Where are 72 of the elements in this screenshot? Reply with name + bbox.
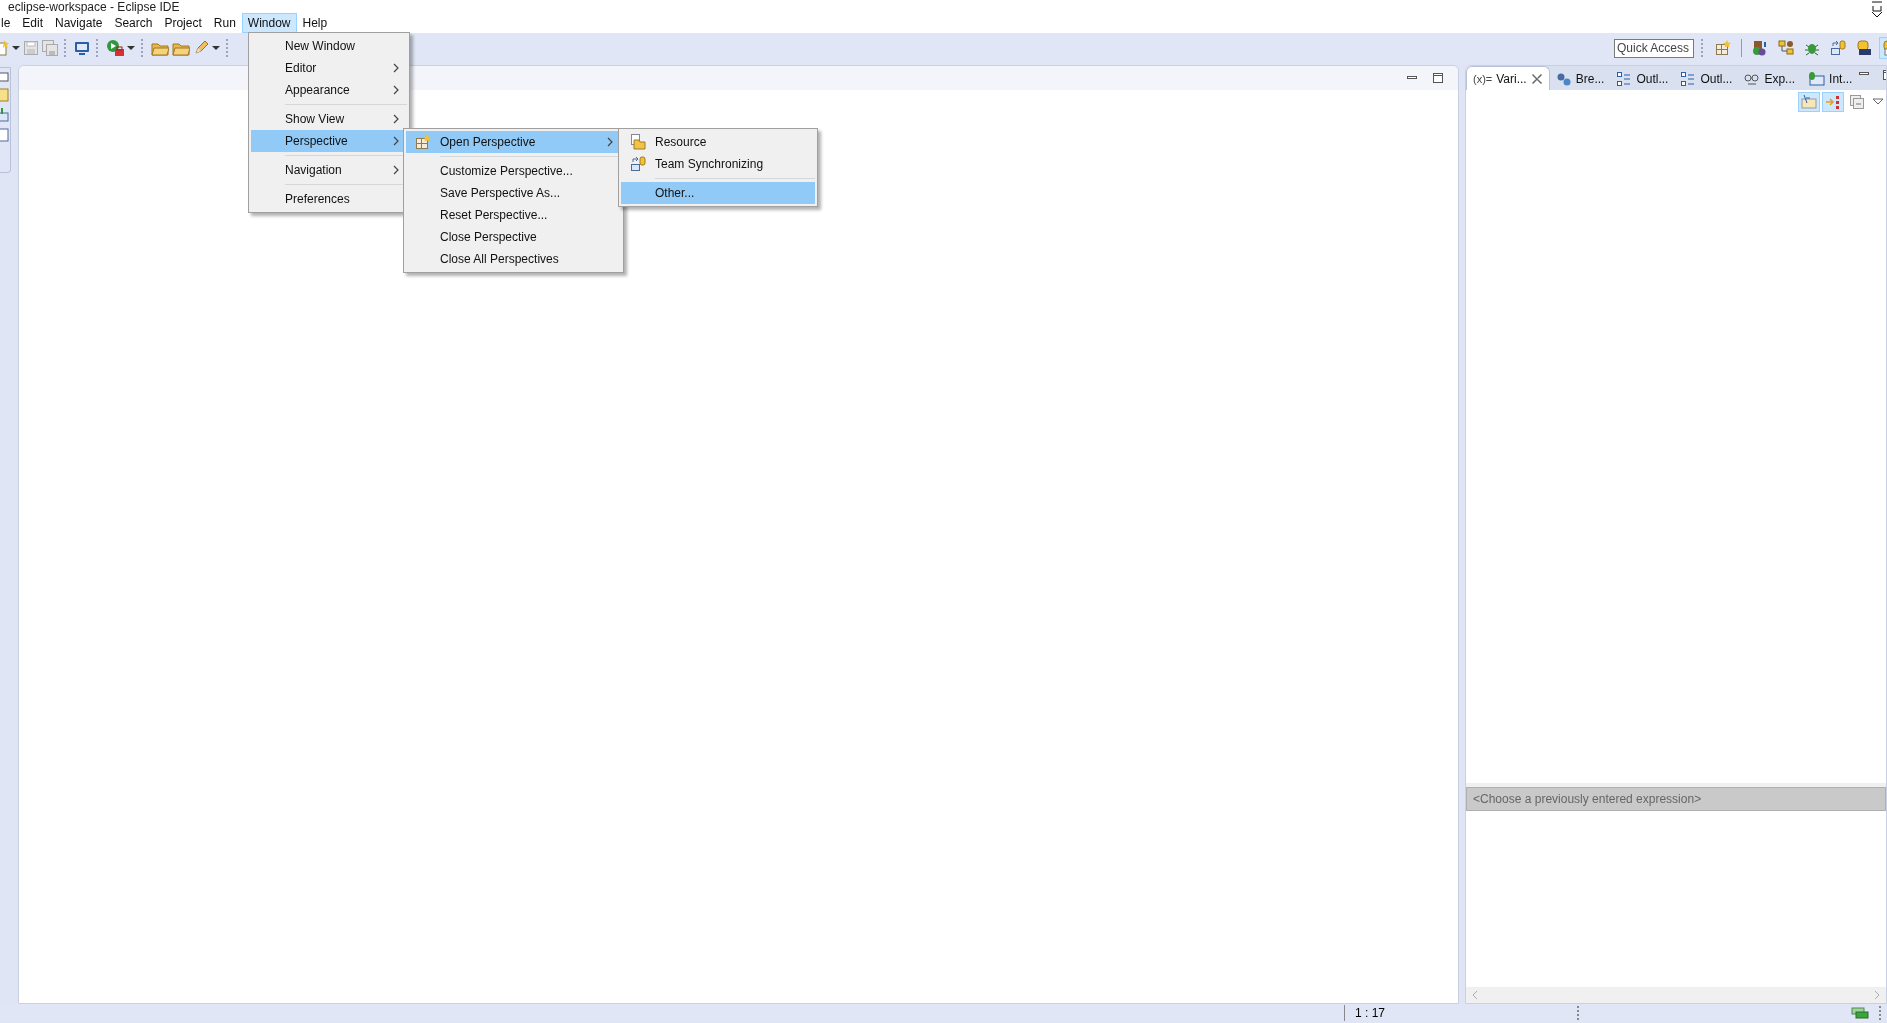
menu-item[interactable]: Close Perspective [406,226,621,248]
tab-label: Outl... [1636,71,1669,86]
menu-bar-item[interactable]: Window [241,13,297,33]
menu-item[interactable]: Appearance [251,79,407,101]
database-icon [1856,40,1872,56]
view-tab[interactable]: Outl... [1674,67,1739,90]
outline-icon [1616,70,1633,87]
import-icon[interactable] [0,108,9,122]
arrow-tree-icon [1825,94,1841,110]
menu-bar-item[interactable]: Navigate [49,13,109,33]
open-folder-icon[interactable] [151,40,169,56]
menu-item[interactable]: Reset Perspective... [406,204,621,226]
collapse-variables-icon [1801,94,1817,110]
perspective-icon [1715,40,1731,56]
close-icon[interactable] [1871,12,1883,18]
menu-item[interactable]: Navigation [251,159,407,181]
view-tab[interactable]: Outl... [1610,67,1675,90]
tab-label: Exp... [1764,71,1796,86]
menu-item[interactable]: Other... [621,182,815,204]
menu-item[interactable]: Team Synchronizing [621,153,815,175]
debug-perspective-icon [1752,40,1768,56]
monitor-bug-icon [1807,70,1826,87]
view-tab[interactable]: Int... [1801,67,1859,90]
perspective-icon [415,134,431,150]
view-tab[interactable]: (x)= Vari... [1466,66,1550,90]
menu-item[interactable]: Close All Perspectives [406,248,621,270]
tab-label: Int... [1829,71,1853,86]
expression-field[interactable]: <Choose a previously entered expression> [1466,787,1886,811]
sync-icon [630,156,646,172]
run-icon[interactable] [106,39,124,57]
restore-icon[interactable] [1871,6,1883,12]
menu-bar-item[interactable]: Edit [16,13,50,33]
horizontal-scrollbar[interactable] [1466,987,1886,1003]
menu-bar-item[interactable]: Search [108,13,159,33]
variables-icon: (x)= [1473,72,1493,85]
menu-bar-item[interactable]: le [0,13,17,33]
window-title: eclipse-workspace - Eclipse IDE [8,1,180,13]
view-icon[interactable] [0,72,9,82]
tab-label: Outl... [1700,71,1733,86]
maximize-icon[interactable] [1432,72,1444,84]
view-tab[interactable]: Exp... [1738,67,1802,90]
folder-icon [630,134,646,150]
scroll-left-icon[interactable] [1472,990,1478,1000]
hierarchy-icon [1778,40,1794,56]
tab-label: Bre... [1575,71,1605,86]
outline-icon [1680,70,1697,87]
view-toolbar-button[interactable] [1798,92,1820,112]
menu-bar-item[interactable]: Help [296,13,334,33]
document-icon[interactable] [0,128,9,142]
menu-item[interactable]: New Window [251,35,407,57]
cursor-position: 1 : 17 [1355,1006,1387,1020]
menu-bar-item[interactable]: Run [207,13,242,33]
menu-item[interactable]: Show View [251,108,407,130]
sync-icon [1830,40,1846,56]
collapse-all-icon [1849,94,1865,110]
progress-icon[interactable] [1851,1007,1869,1019]
menu-item[interactable]: Open Perspective [406,131,621,153]
view-tab[interactable]: Bre... [1549,67,1611,90]
folder-icon[interactable] [172,40,190,56]
quick-access-field[interactable]: Quick Access [1614,38,1694,58]
tab-label: Vari... [1496,71,1527,86]
menu-item[interactable]: Editor [251,57,407,79]
menu-bar-item[interactable]: Project [158,13,208,33]
menu-item[interactable]: Preferences [251,188,407,210]
menu-item[interactable]: Customize Perspective... [406,160,621,182]
save-all-icon[interactable] [42,40,58,56]
monitor-icon[interactable] [74,40,90,56]
view-toolbar-button[interactable] [1822,92,1844,112]
menu-item[interactable]: Resource [621,131,815,153]
scroll-right-icon[interactable] [1874,990,1880,1000]
menu-item[interactable]: Save Perspective As... [406,182,621,204]
minimize-icon[interactable] [1871,0,1883,6]
